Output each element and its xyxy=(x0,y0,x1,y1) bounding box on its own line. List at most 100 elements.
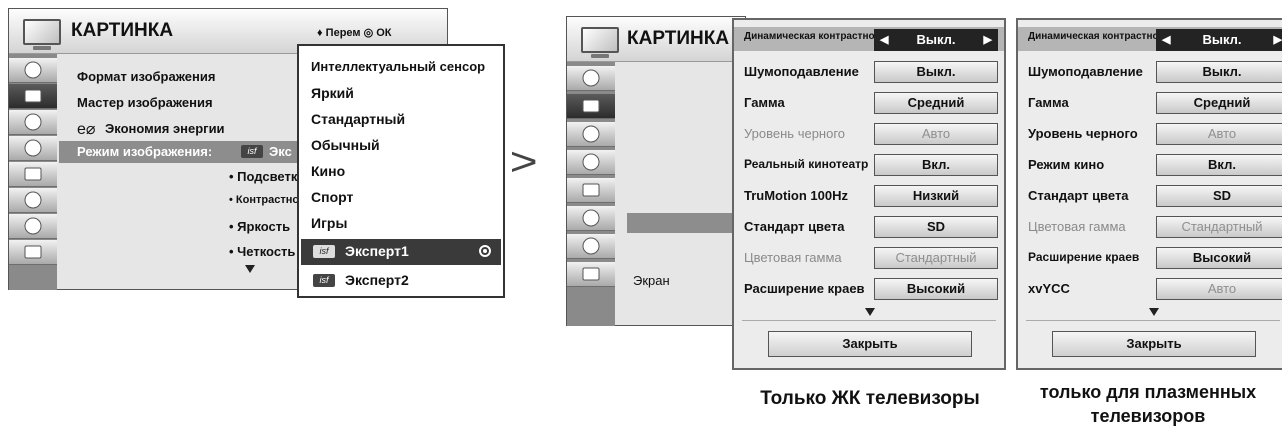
tv-screen-icon xyxy=(24,89,42,103)
eco-icon: e⌀ xyxy=(77,121,96,138)
tab-lock[interactable] xyxy=(9,188,57,213)
tab-lock[interactable] xyxy=(567,206,615,231)
arrow-left-icon[interactable]: ◀ xyxy=(880,30,888,50)
menu-item-energy-saving[interactable]: Экономия энергии xyxy=(105,121,225,136)
transition-arrow-icon: > xyxy=(509,140,538,184)
tab-usb[interactable] xyxy=(567,234,615,259)
tab-movie[interactable] xyxy=(567,262,615,287)
menu-item-aspect-ratio[interactable]: Формат изображения xyxy=(77,69,215,84)
setting-value[interactable]: Вкл. xyxy=(1156,154,1282,176)
arrow-right-icon[interactable]: ▶ xyxy=(984,30,992,50)
setting-value[interactable]: Высокий xyxy=(874,278,998,300)
clock-icon xyxy=(24,139,42,157)
selected-row xyxy=(627,213,745,233)
category-icon-column xyxy=(9,54,57,290)
isf-icon: isf xyxy=(313,274,335,287)
option-expert1-label: Эксперт1 xyxy=(345,243,409,259)
tv-icon xyxy=(23,19,61,50)
option-cinema[interactable]: Кино xyxy=(311,163,345,179)
setting-value[interactable]: ◀ Выкл. ▶ xyxy=(1156,29,1282,51)
usb-icon xyxy=(582,237,600,255)
setting-value[interactable]: ◀ Выкл. ▶ xyxy=(874,29,998,51)
option-game[interactable]: Игры xyxy=(311,215,347,231)
setting-label: Гамма xyxy=(744,95,785,110)
options-icon xyxy=(582,183,600,197)
category-icon-column xyxy=(567,62,615,326)
lock-icon xyxy=(24,191,42,209)
picture-mode-dropdown: Интеллектуальный сенсор Яркий Стандартны… xyxy=(297,44,505,298)
setting-label: Шумоподавление xyxy=(744,64,859,79)
setting-label: Режим кино xyxy=(1028,157,1105,172)
speaker-icon xyxy=(582,125,600,143)
tab-setup[interactable] xyxy=(567,66,615,91)
close-button[interactable]: Закрыть xyxy=(768,331,972,357)
speaker-icon xyxy=(24,113,42,131)
tab-picture[interactable] xyxy=(9,84,57,109)
close-button[interactable]: Закрыть xyxy=(1052,331,1256,357)
option-standard[interactable]: Стандартный xyxy=(311,111,405,127)
setting-value: Авто xyxy=(1156,123,1282,145)
setting-label: Расширение краев xyxy=(744,281,865,296)
setting-label: Цветовая гамма xyxy=(744,250,842,265)
tab-options[interactable] xyxy=(567,178,615,203)
sub-item-sharpness[interactable]: • Четкость xyxy=(229,244,295,259)
plasma-caption-line1: только для плазменных xyxy=(1039,382,1257,402)
lcd-settings-panel: Динамическая контрастность ◀ Выкл. ▶ Шум… xyxy=(732,18,1006,370)
tv-screen-icon xyxy=(582,99,600,113)
sub-item-backlight[interactable]: • Подсветка xyxy=(229,169,305,184)
scroll-down-icon[interactable] xyxy=(245,265,255,273)
option-expert1[interactable]: isf Эксперт1 xyxy=(301,239,501,265)
usb-icon xyxy=(24,217,42,235)
setting-label: Стандарт цвета xyxy=(1028,188,1129,203)
setting-label: Цветовая гамма xyxy=(1028,219,1126,234)
menu-item-picture-mode[interactable]: Режим изображения: isf Экс xyxy=(59,141,299,163)
selected-radio-icon xyxy=(479,245,491,257)
menu-item-picture-wizard[interactable]: Мастер изображения xyxy=(77,95,213,110)
tab-usb[interactable] xyxy=(9,214,57,239)
divider xyxy=(1026,320,1280,321)
tab-time[interactable] xyxy=(9,136,57,161)
setting-value[interactable]: SD xyxy=(1156,185,1282,207)
option-intelligent-sensor[interactable]: Интеллектуальный сенсор xyxy=(311,59,485,74)
option-normal[interactable]: Обычный xyxy=(311,137,380,153)
setting-label: Динамическая контрастность xyxy=(744,31,892,42)
setting-label: Реальный кинотеатр xyxy=(744,157,869,171)
tab-time[interactable] xyxy=(567,150,615,175)
setting-label: Уровень черного xyxy=(744,126,846,141)
isf-icon: isf xyxy=(313,245,335,258)
setting-value[interactable]: Вкл. xyxy=(874,154,998,176)
tab-audio[interactable] xyxy=(9,110,57,135)
setting-label: Уровень черного xyxy=(1028,126,1138,141)
setting-value[interactable]: Высокий xyxy=(1156,247,1282,269)
setting-label: Динамическая контрастность xyxy=(1028,31,1176,42)
setting-label: Расширение краев xyxy=(1028,250,1140,264)
arrow-right-icon[interactable]: ▶ xyxy=(1274,30,1282,50)
sub-item-brightness[interactable]: • Яркость xyxy=(229,219,290,234)
setting-label: Стандарт цвета xyxy=(744,219,845,234)
option-vivid[interactable]: Яркий xyxy=(311,85,354,101)
setting-value[interactable]: Выкл. xyxy=(1156,61,1282,83)
menu-item-screen[interactable]: Экран xyxy=(633,273,670,288)
setting-value: Авто xyxy=(874,123,998,145)
setting-value[interactable]: Средний xyxy=(1156,92,1282,114)
setting-value[interactable]: Выкл. xyxy=(874,61,998,83)
tab-audio[interactable] xyxy=(567,122,615,147)
picture-mode-label: Режим изображения: xyxy=(77,144,213,159)
setting-value: Авто xyxy=(1156,278,1282,300)
setting-value: Стандартный xyxy=(874,247,998,269)
option-expert2[interactable]: isf Эксперт2 xyxy=(301,268,501,294)
tab-movie[interactable] xyxy=(9,240,57,265)
tab-picture[interactable] xyxy=(567,94,615,119)
arrow-left-icon[interactable]: ◀ xyxy=(1162,30,1170,50)
satellite-icon xyxy=(582,69,600,87)
scroll-down-icon[interactable] xyxy=(865,308,875,316)
scroll-down-icon[interactable] xyxy=(1149,308,1159,316)
isf-icon: isf xyxy=(241,145,263,158)
plasma-caption-line2: телевизоров xyxy=(1090,406,1206,426)
tab-setup[interactable] xyxy=(9,58,57,83)
setting-value[interactable]: Низкий xyxy=(874,185,998,207)
setting-value[interactable]: Средний xyxy=(874,92,998,114)
tab-options[interactable] xyxy=(9,162,57,187)
option-sport[interactable]: Спорт xyxy=(311,189,353,205)
setting-value[interactable]: SD xyxy=(874,216,998,238)
